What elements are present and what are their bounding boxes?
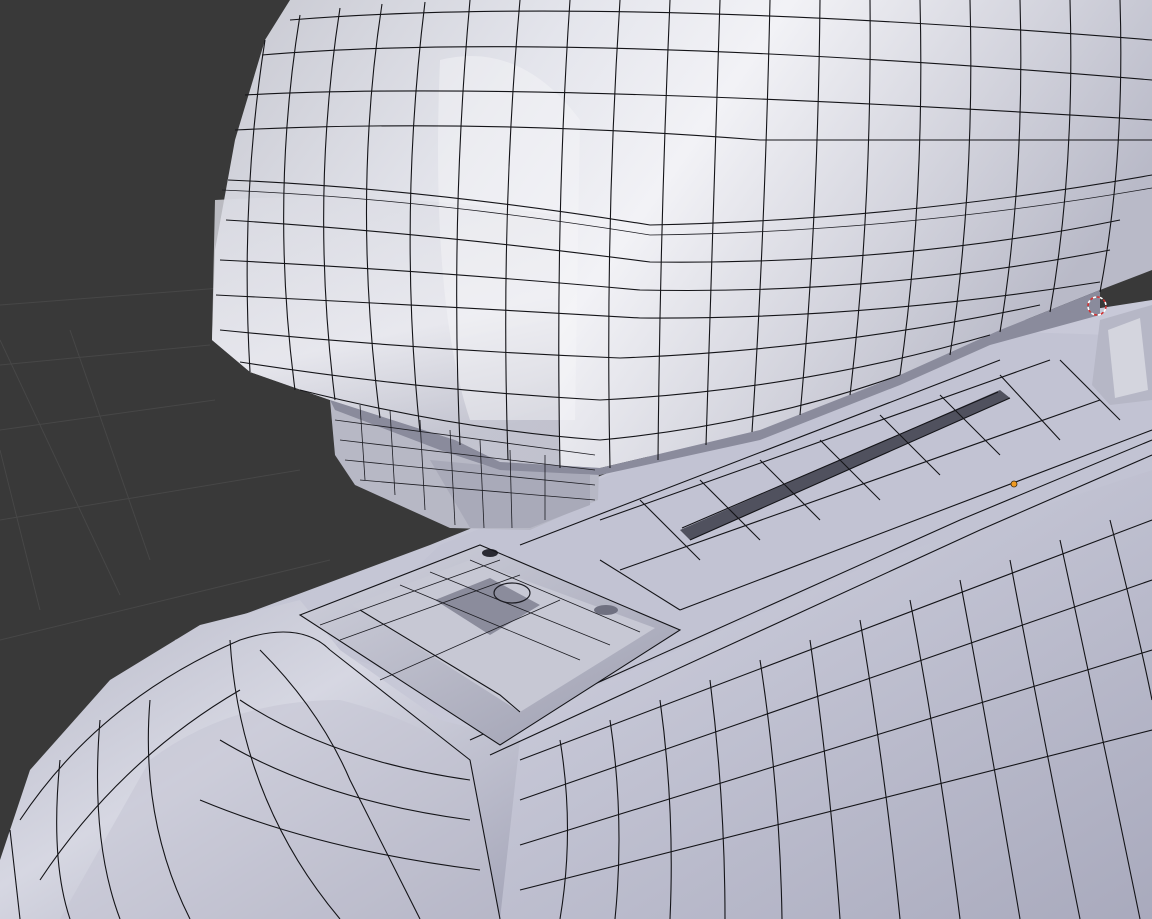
viewport-canvas[interactable] xyxy=(0,0,1152,919)
3d-viewport[interactable]: stapler xyxy=(0,0,1152,919)
object-origin-icon xyxy=(1010,480,1018,488)
stapler-hinge[interactable] xyxy=(1092,305,1152,405)
